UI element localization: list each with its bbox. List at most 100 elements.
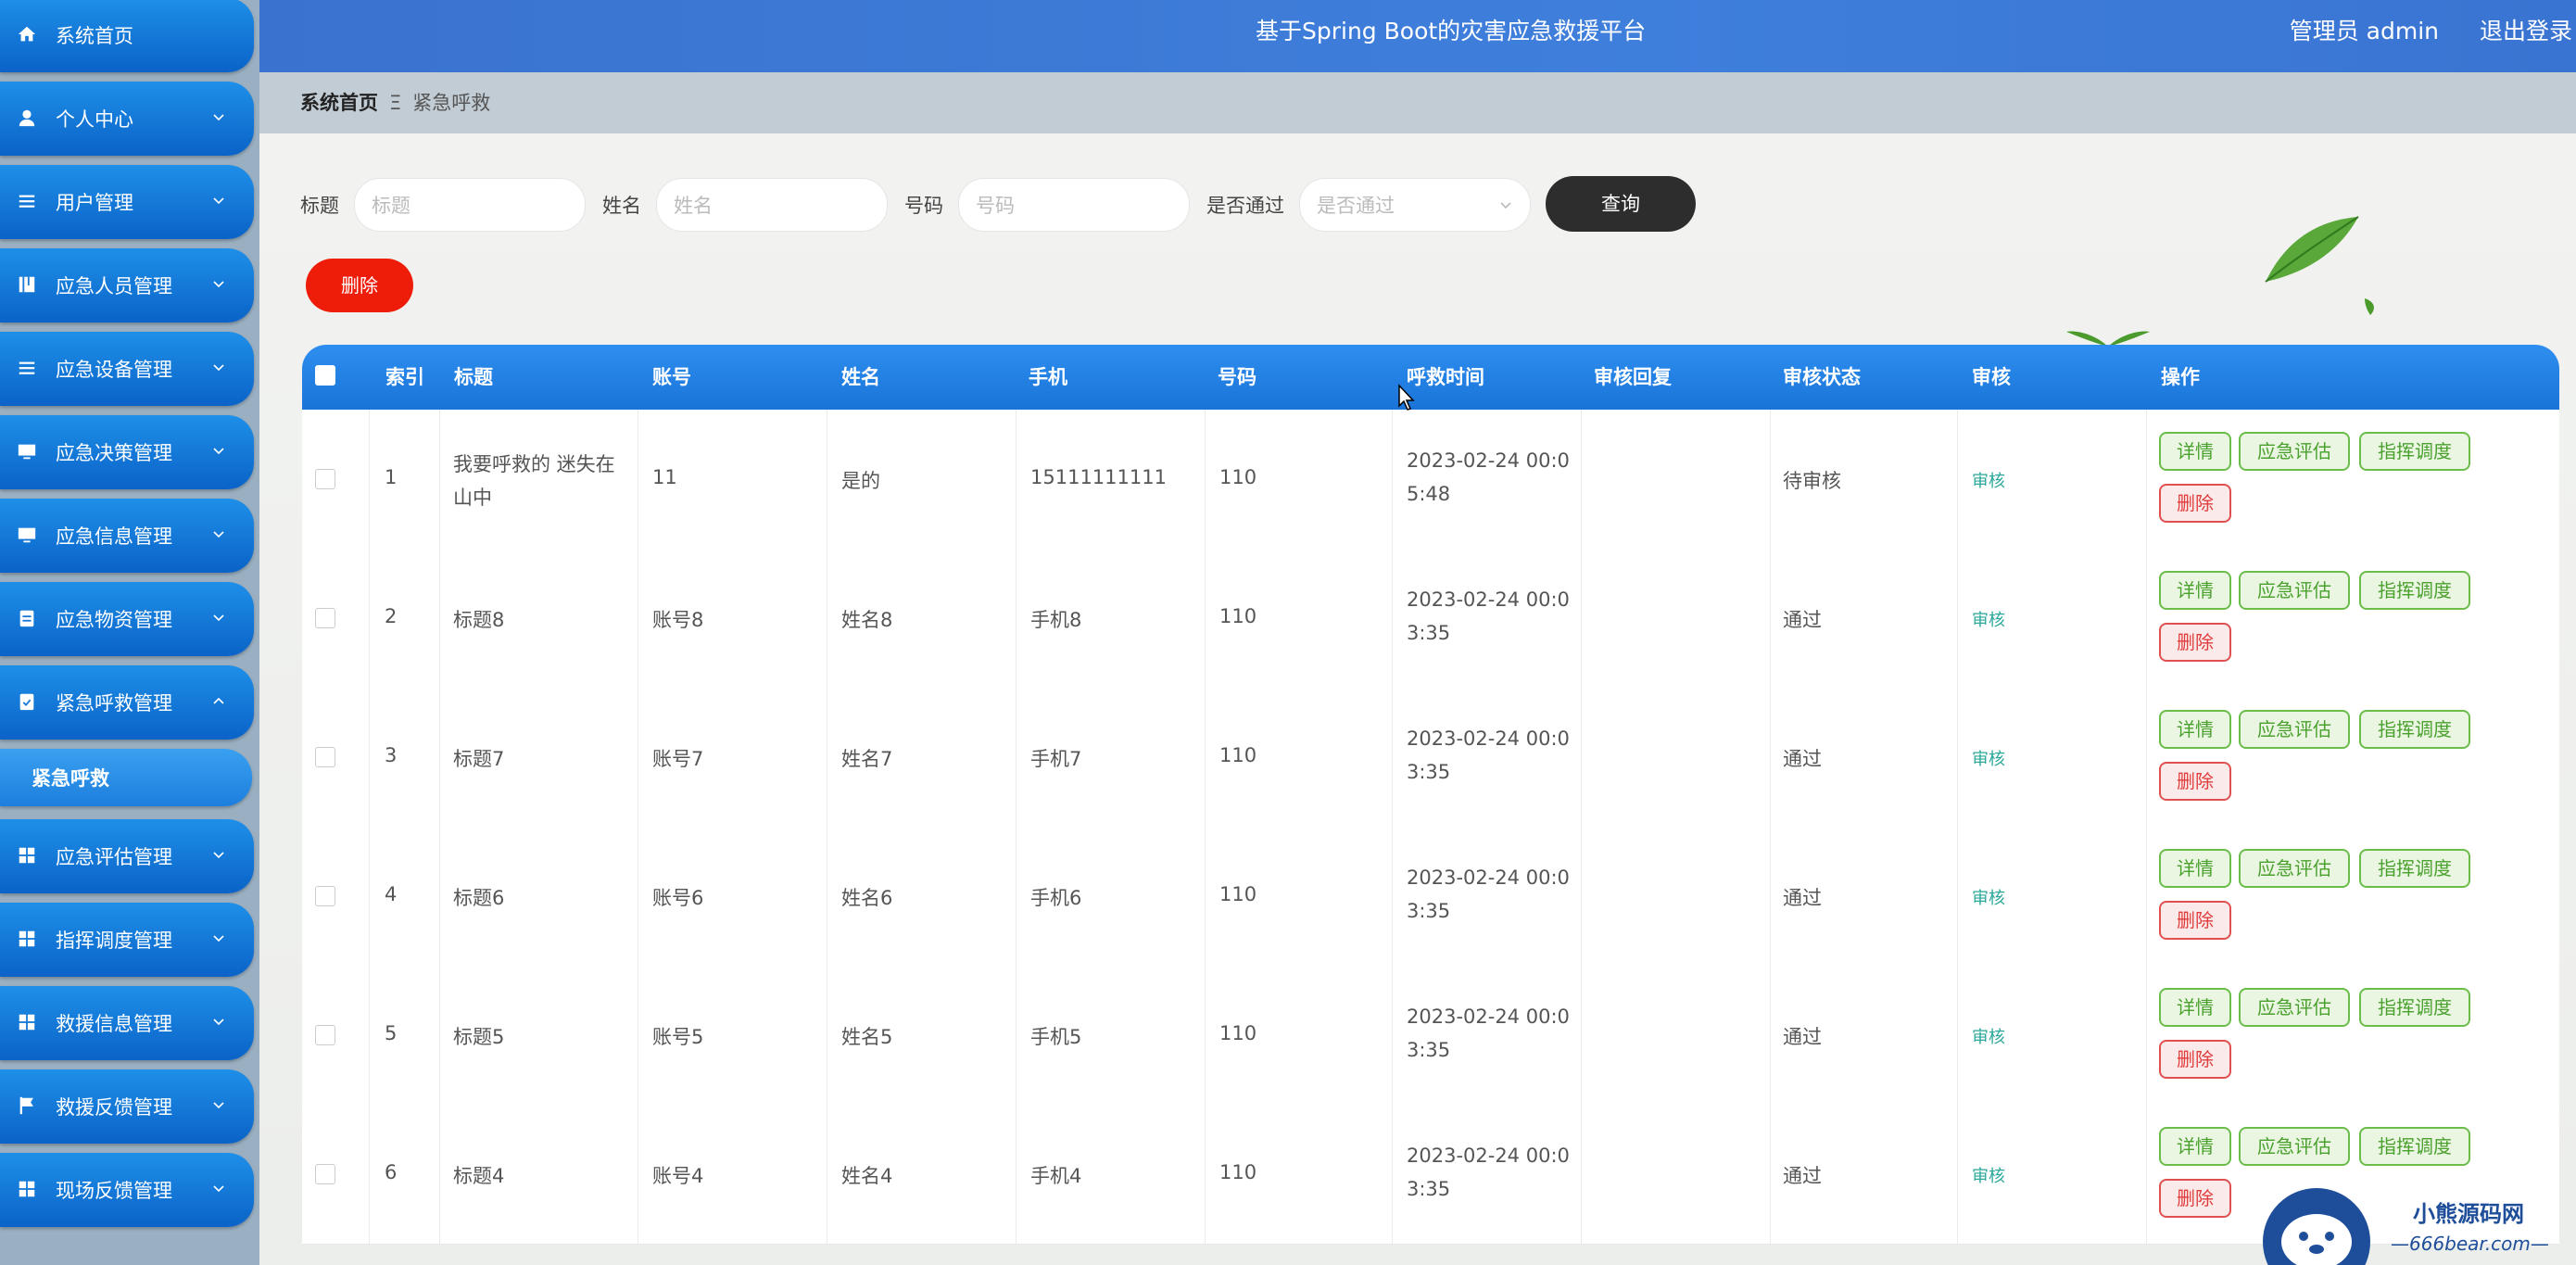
col-audit: 审核 [1972, 366, 2011, 388]
row-delete-button[interactable]: 删除 [2159, 762, 2231, 801]
sidebar-item-equipment[interactable]: 应急设备管理 [0, 332, 254, 406]
sidebar-item-home[interactable]: 系统首页 [0, 0, 254, 72]
dispatch-button[interactable]: 指挥调度 [2359, 432, 2470, 471]
cell-index: 3 [385, 744, 398, 766]
audit-link[interactable]: 审核 [1972, 1024, 2005, 1048]
assess-button[interactable]: 应急评估 [2239, 849, 2350, 888]
column-divider [1957, 549, 1958, 688]
batch-delete-button[interactable]: 删除 [306, 259, 413, 312]
assess-button[interactable]: 应急评估 [2239, 571, 2350, 610]
sidebar-item-assessment[interactable]: 应急评估管理 [0, 819, 254, 893]
col-index: 索引 [385, 366, 424, 388]
title-input[interactable]: 标题 [354, 178, 586, 232]
name-input[interactable]: 姓名 [656, 178, 888, 232]
row-delete-button[interactable]: 删除 [2159, 484, 2231, 523]
passed-select[interactable]: 是否通过 [1299, 178, 1531, 232]
sidebar-item-emergency-call[interactable]: 紧急呼救管理 [0, 665, 254, 740]
column-divider [1205, 1105, 1206, 1244]
number-placeholder: 号码 [976, 195, 1015, 217]
audit-link[interactable]: 审核 [1972, 468, 2005, 492]
sidebar-subitem-emergency-call[interactable]: 紧急呼救 [0, 749, 252, 806]
row-checkbox[interactable] [315, 886, 335, 906]
assess-button[interactable]: 应急评估 [2239, 432, 2350, 471]
chevron-down-icon [213, 364, 224, 372]
sidebar-item-label: 应急信息管理 [56, 525, 172, 548]
audit-link[interactable]: 审核 [1972, 607, 2005, 631]
chevron-down-icon [213, 1102, 224, 1109]
assess-button[interactable]: 应急评估 [2239, 988, 2350, 1027]
logout-link[interactable]: 退出登录 [2480, 0, 2572, 63]
cell-audit-status: 通过 [1783, 609, 1822, 631]
cell-time-line2: 5:48 [1407, 483, 1451, 505]
assess-button[interactable]: 应急评估 [2239, 710, 2350, 749]
table-row [302, 410, 2559, 550]
dispatch-button[interactable]: 指挥调度 [2359, 1127, 2470, 1166]
column-divider [439, 549, 440, 688]
dispatch-button[interactable]: 指挥调度 [2359, 849, 2470, 888]
sidebar-item-decision[interactable]: 应急决策管理 [0, 415, 254, 489]
grid-icon [19, 930, 35, 947]
cell-name: 是的 [841, 470, 880, 492]
home-icon [18, 26, 36, 42]
cell-account: 账号8 [652, 609, 704, 631]
sidebar-item-label: 应急人员管理 [56, 275, 172, 297]
breadcrumb-current: 紧急呼救 [412, 92, 491, 114]
dispatch-button[interactable]: 指挥调度 [2359, 571, 2470, 610]
audit-link[interactable]: 审核 [1972, 1163, 2005, 1187]
grid-icon [19, 847, 35, 864]
row-delete-button[interactable]: 删除 [2159, 1040, 2231, 1079]
row-checkbox[interactable] [315, 1164, 335, 1184]
chevron-down-icon [213, 197, 224, 205]
row-delete-button[interactable]: 删除 [2159, 901, 2231, 940]
cell-title: 标题6 [453, 887, 505, 909]
row-checkbox[interactable] [315, 747, 335, 767]
select-all-checkbox[interactable] [315, 365, 335, 386]
row-delete-button[interactable]: 删除 [2159, 1179, 2231, 1218]
cell-time: 2023-02-24 00:0 [1407, 588, 1570, 611]
cell-index: 2 [385, 605, 398, 627]
column-divider [1392, 827, 1393, 966]
sidebar-item-site-feedback[interactable]: 现场反馈管理 [0, 1153, 254, 1227]
dispatch-button[interactable]: 指挥调度 [2359, 710, 2470, 749]
title-label: 标题 [300, 195, 339, 217]
cell-audit-status: 待审核 [1783, 470, 1841, 492]
row-checkbox[interactable] [315, 1025, 335, 1045]
column-divider [439, 827, 440, 966]
column-divider [439, 410, 440, 549]
detail-button[interactable]: 详情 [2159, 849, 2231, 888]
detail-button[interactable]: 详情 [2159, 1127, 2231, 1166]
sidebar-item-users[interactable]: 用户管理 [0, 165, 254, 239]
cell-title: 我要呼救的 迷失在 [453, 453, 615, 475]
sidebar-item-personnel[interactable]: 应急人员管理 [0, 248, 254, 323]
column-divider [1392, 688, 1393, 827]
row-checkbox[interactable] [315, 608, 335, 628]
row-checkbox[interactable] [315, 469, 335, 489]
cell-phone: 手机4 [1030, 1165, 1082, 1187]
sidebar-item-supplies[interactable]: 应急物资管理 [0, 582, 254, 656]
query-button[interactable]: 查询 [1546, 176, 1696, 232]
sidebar-item-info[interactable]: 应急信息管理 [0, 499, 254, 573]
audit-link[interactable]: 审核 [1972, 746, 2005, 770]
dispatch-button[interactable]: 指挥调度 [2359, 988, 2470, 1027]
assess-button[interactable]: 应急评估 [2239, 1127, 2350, 1166]
detail-button[interactable]: 详情 [2159, 571, 2231, 610]
monitor-icon [18, 444, 36, 460]
detail-button[interactable]: 详情 [2159, 710, 2231, 749]
column-divider [1392, 549, 1393, 688]
number-input[interactable]: 号码 [958, 178, 1190, 232]
cell-name: 姓名4 [841, 1165, 893, 1187]
sidebar-item-dispatch[interactable]: 指挥调度管理 [0, 903, 254, 977]
breadcrumb-home[interactable]: 系统首页 [300, 92, 378, 114]
detail-button[interactable]: 详情 [2159, 988, 2231, 1027]
sidebar-item-label: 应急设备管理 [56, 359, 172, 381]
sidebar-item-rescue-feedback[interactable]: 救援反馈管理 [0, 1069, 254, 1144]
sidebar-item-rescue-info[interactable]: 救援信息管理 [0, 986, 254, 1060]
detail-button[interactable]: 详情 [2159, 432, 2231, 471]
audit-link[interactable]: 审核 [1972, 885, 2005, 909]
row-delete-button[interactable]: 删除 [2159, 623, 2231, 662]
sidebar-item-personal[interactable]: 个人中心 [0, 82, 254, 156]
cell-number: 110 [1219, 883, 1257, 905]
page-title: 基于Spring Boot的灾害应急救援平台 [1256, 18, 1647, 44]
column-divider [369, 966, 370, 1105]
table-row [302, 688, 2559, 828]
